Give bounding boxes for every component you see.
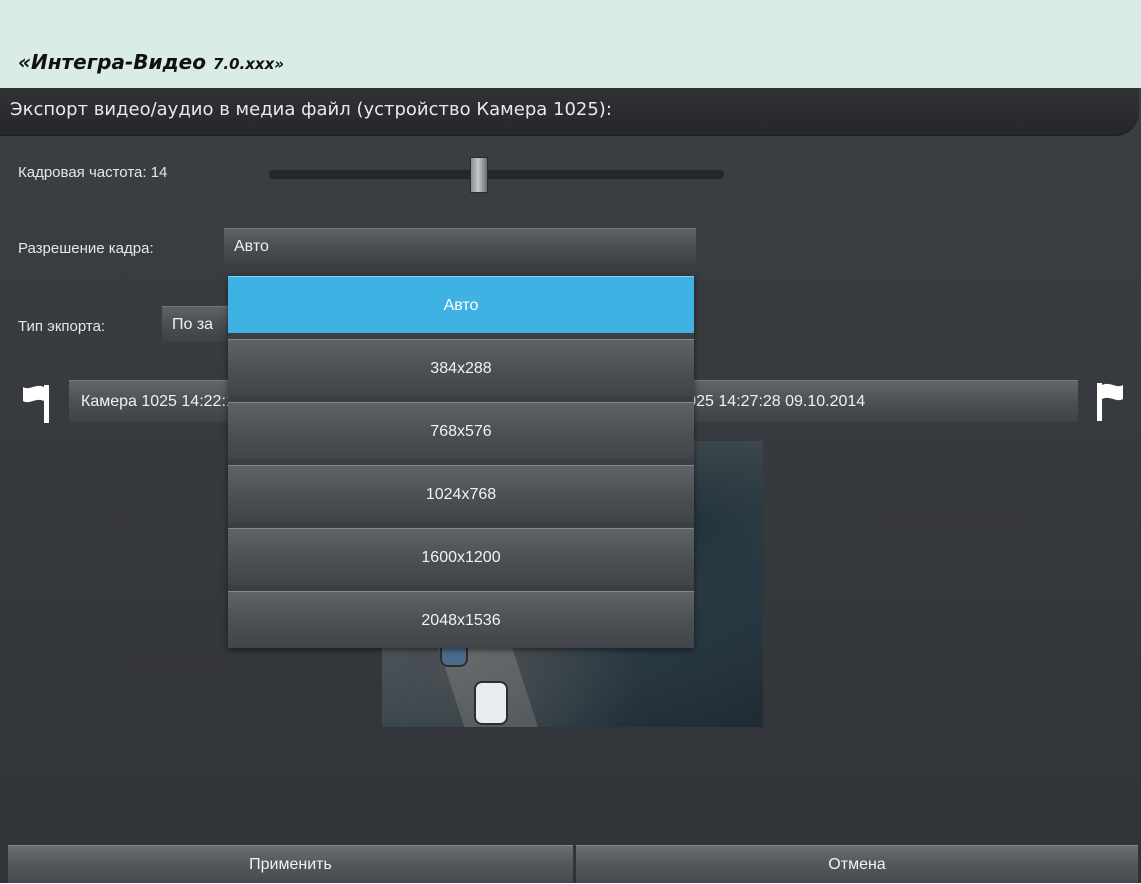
export-type-label: Тип экпорта: [18,318,106,335]
frame-rate-label: Кадровая частота: 14 [18,164,168,181]
dialog-title: Экспорт видео/аудио в медиа файл (устрой… [0,88,1139,136]
resolution-dropdown: Авто 384x288 768x576 1024x768 1600x1200 … [228,276,694,648]
apply-button[interactable]: Применить [8,845,573,883]
resolution-option[interactable]: 1024x768 [228,465,694,522]
flag-right-icon[interactable] [1094,379,1126,423]
app-version: 7.0.xxx» [212,55,284,73]
resolution-option[interactable]: 2048x1536 [228,591,694,648]
resolution-select[interactable]: Авто [224,228,696,264]
resolution-option[interactable]: 768x576 [228,402,694,459]
app-header: «Интегра-Видео 7.0.xxx» [0,0,1141,88]
frame-rate-slider-thumb[interactable] [470,157,488,193]
frame-rate-value: 14 [150,164,168,181]
frame-rate-slider[interactable] [269,170,724,179]
preview-car [474,681,508,725]
cancel-button[interactable]: Отмена [576,845,1138,883]
resolution-option[interactable]: 384x288 [228,339,694,396]
resolution-option[interactable]: 1600x1200 [228,528,694,585]
resolution-label: Разрешение кадра: [18,240,154,257]
app-name: «Интегра-Видео [18,50,213,74]
app-title: «Интегра-Видео 7.0.xxx» [18,50,284,74]
resolution-option[interactable]: Авто [228,276,694,333]
flag-left-icon[interactable] [20,381,52,425]
